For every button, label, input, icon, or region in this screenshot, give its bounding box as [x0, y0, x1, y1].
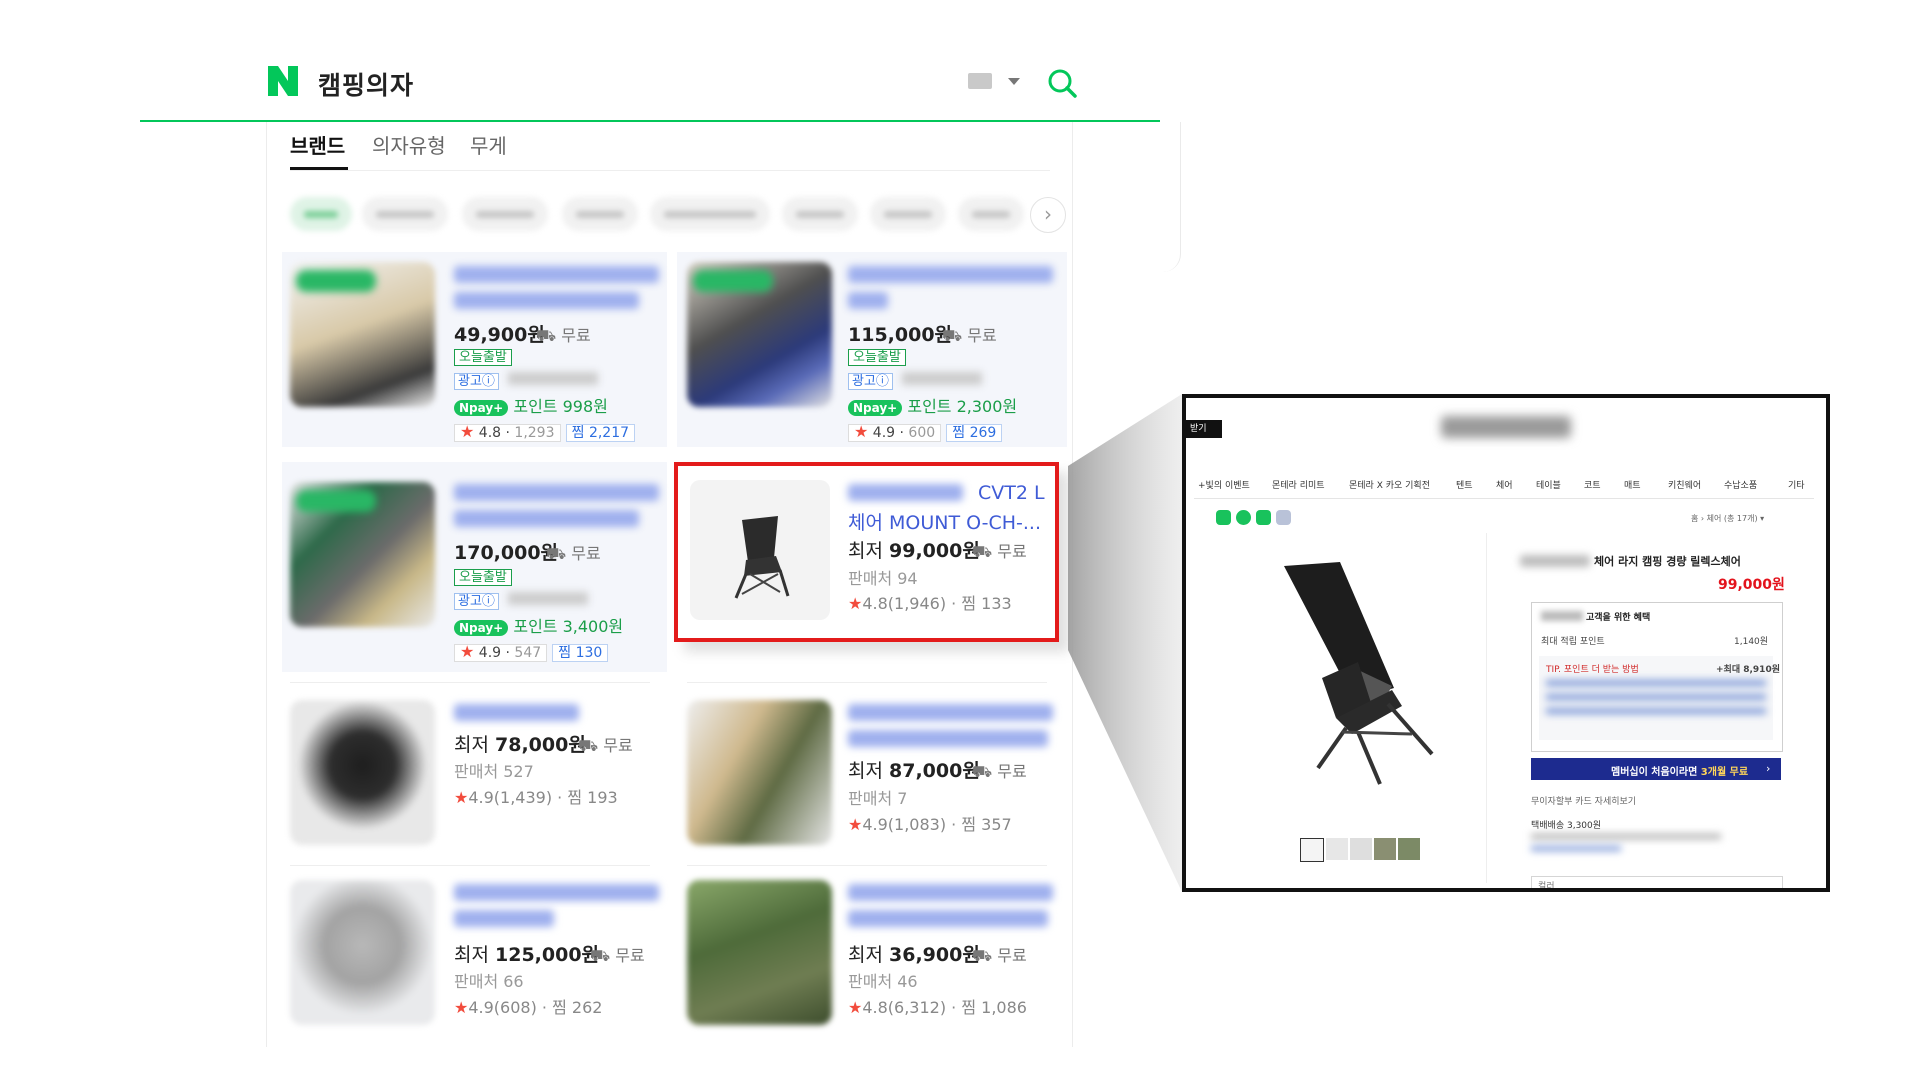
product-detail-inset: 받기 +빛의 이벤트 몬테라 리미트 몬테라 X 카오 기획전 텐트 체어 테이…	[1182, 394, 1830, 892]
inset-brand-blurred	[1520, 555, 1590, 567]
inset-main-chair-image[interactable]	[1262, 558, 1462, 788]
tip-label: TIP. 포인트 더 받는 방법	[1546, 665, 1639, 675]
inset-nav-item[interactable]: 매트	[1624, 478, 1641, 491]
inset-nav-item[interactable]: 체어	[1496, 478, 1513, 491]
tip-value: +최대 8,910원	[1716, 665, 1780, 675]
tip-line-blurred	[1546, 694, 1766, 700]
thumbnail[interactable]	[1326, 838, 1348, 860]
option-select-placeholder: 컬러	[1538, 882, 1555, 892]
inset-nav-item[interactable]: 몬테라 X 카오 기획전	[1349, 478, 1430, 491]
interest-free-info[interactable]: 무이자할부 카드 자세히보기	[1531, 794, 1636, 807]
inset-store-name-blurred	[1541, 611, 1583, 621]
inset-nav-item[interactable]: 테이블	[1536, 478, 1561, 491]
inset-nav-divider	[1194, 498, 1814, 499]
bookmark-icon[interactable]	[1256, 510, 1271, 525]
tip-line-blurred	[1546, 708, 1766, 714]
max-points-value: 1,140원	[1734, 637, 1769, 647]
thumbnail[interactable]	[1300, 838, 1324, 862]
inset-nav-item[interactable]: 몬테라 리미트	[1272, 478, 1325, 491]
inset-product-title: 체어 라지 캠핑 경량 릴렉스체어	[1594, 555, 1741, 568]
thumbnail[interactable]	[1374, 838, 1396, 860]
inset-nav-item[interactable]: 기타	[1788, 478, 1805, 491]
membership-label: 멤버십이 처음이라면	[1611, 767, 1698, 778]
chevron-right-icon[interactable]: ›	[1766, 762, 1770, 775]
more-icon[interactable]	[1276, 510, 1291, 525]
option-select[interactable]	[1531, 876, 1783, 888]
talk-icon[interactable]	[1216, 510, 1231, 525]
alarm-icon[interactable]	[1236, 510, 1251, 525]
membership-text[interactable]: 멤버십이 처음이라면 3개월 무료	[1611, 763, 1748, 778]
shipping-fee-info: 택배배송 3,300원	[1531, 821, 1602, 831]
inset-nav-item[interactable]: 키친웨어	[1668, 478, 1701, 491]
shipping-link-blurred	[1531, 846, 1621, 851]
brand-logo-blurred[interactable]	[1441, 416, 1571, 438]
inset-nav-item[interactable]: +빛의 이벤트	[1198, 478, 1250, 491]
inset-nav-item[interactable]: 수납소품	[1724, 478, 1757, 491]
inset-breadcrumb[interactable]: 홈 › 체어 (총 17개) ▾	[1691, 513, 1764, 524]
thumbnail[interactable]	[1350, 838, 1372, 860]
inset-nav-item[interactable]: 코트	[1584, 478, 1601, 491]
inset-price: 99,000원	[1718, 577, 1785, 593]
inset-nav-item[interactable]: 텐트	[1456, 478, 1473, 491]
membership-highlight: 3개월 무료	[1700, 767, 1749, 778]
inset-coupon-badge[interactable]: 받기	[1186, 420, 1222, 438]
inset-benefit-title: 고객을 위한 혜택	[1586, 613, 1651, 623]
max-points-label: 최대 적립 포인트	[1541, 637, 1605, 647]
tip-line-blurred	[1546, 680, 1766, 686]
shipping-note-blurred	[1531, 834, 1721, 839]
thumbnail[interactable]	[1398, 838, 1420, 860]
